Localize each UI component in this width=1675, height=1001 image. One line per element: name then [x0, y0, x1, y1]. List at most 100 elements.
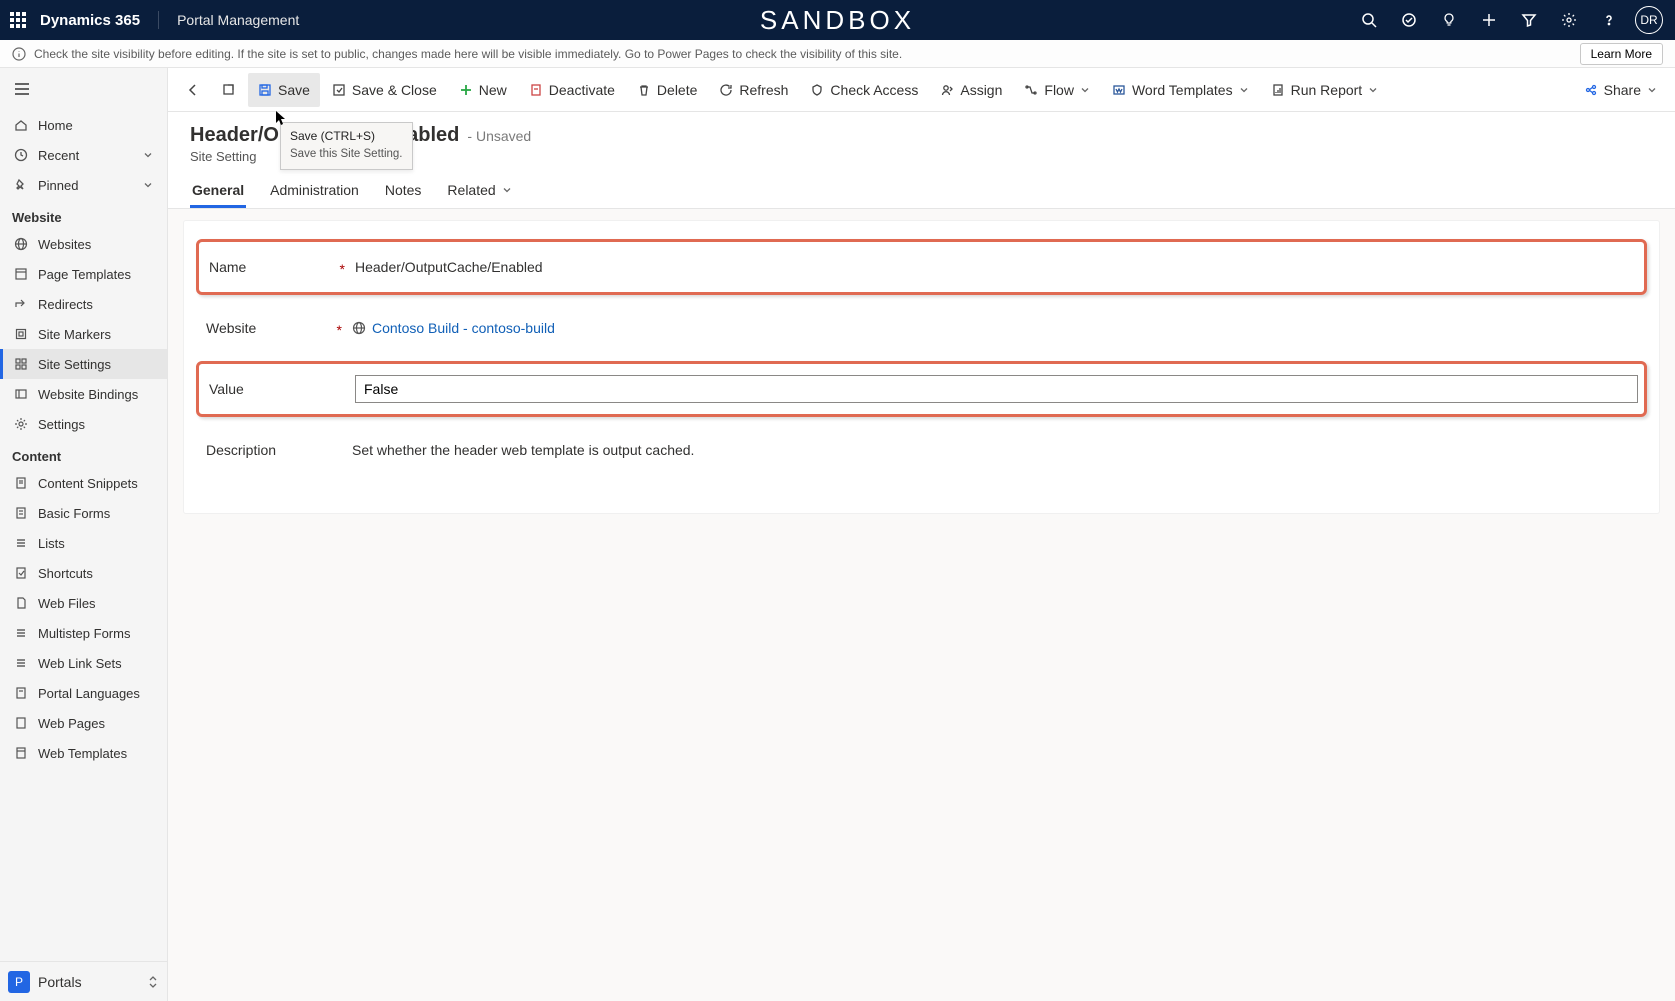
sidebar-item-label: Basic Forms	[38, 506, 110, 521]
home-icon	[14, 118, 28, 132]
tab-general[interactable]: General	[190, 176, 246, 208]
portals-badge: P	[8, 971, 30, 993]
globe-icon	[14, 237, 28, 251]
sidebar-item-lists[interactable]: Lists	[0, 528, 167, 558]
cmd-label: Deactivate	[549, 82, 615, 98]
tooltip-body: Save this Site Setting.	[290, 147, 403, 163]
sidebar-item-websites[interactable]: Websites	[0, 229, 167, 259]
sidebar-item-label: Lists	[38, 536, 65, 551]
description-field-value[interactable]: Set whether the header web template is o…	[352, 440, 1362, 460]
sidebar-item-label: Settings	[38, 417, 85, 432]
sidebar-item-web-pages[interactable]: Web Pages	[0, 708, 167, 738]
redirect-icon	[14, 297, 28, 311]
sidebar-item-multistep-forms[interactable]: Multistep Forms	[0, 618, 167, 648]
highlight-value-row: Value	[196, 361, 1647, 417]
highlight-name-row: Name* Header/OutputCache/Enabled	[196, 239, 1647, 295]
word-templates-button[interactable]: Word Templates	[1102, 73, 1259, 107]
sidebar-item-shortcuts[interactable]: Shortcuts	[0, 558, 167, 588]
sidebar-item-label: Website Bindings	[38, 387, 138, 402]
command-bar: Save Save & Close New Deactivate Delete …	[168, 68, 1675, 112]
filter-icon[interactable]	[1511, 0, 1547, 40]
plus-icon	[459, 83, 473, 97]
record-title-right: abled	[407, 124, 459, 147]
sidebar-area-switcher[interactable]: P Portals	[0, 961, 167, 1001]
sidebar-item-label: Websites	[38, 237, 91, 252]
chevron-up-down-icon	[147, 975, 159, 989]
tab-related[interactable]: Related	[445, 176, 513, 208]
description-field-label: Description	[202, 442, 352, 458]
sidebar-item-site-markers[interactable]: Site Markers	[0, 319, 167, 349]
binding-icon	[14, 387, 28, 401]
sidebar-item-redirects[interactable]: Redirects	[0, 289, 167, 319]
add-icon[interactable]	[1471, 0, 1507, 40]
run-report-button[interactable]: Run Report	[1261, 73, 1389, 107]
lightbulb-icon[interactable]	[1431, 0, 1467, 40]
share-button[interactable]: Share	[1574, 73, 1667, 107]
global-top-bar: Dynamics 365 Portal Management SANDBOX D…	[0, 0, 1675, 40]
check-access-button[interactable]: Check Access	[800, 73, 928, 107]
sidebar-item-label: Web Files	[38, 596, 96, 611]
website-field-label: Website*	[202, 320, 352, 336]
learn-more-button[interactable]: Learn More	[1580, 43, 1663, 65]
sidebar-item-web-files[interactable]: Web Files	[0, 588, 167, 618]
back-button[interactable]	[176, 73, 210, 107]
marker-icon	[14, 327, 28, 341]
sidebar-item-web-templates[interactable]: Web Templates	[0, 738, 167, 768]
sidebar-item-label: Content Snippets	[38, 476, 138, 491]
new-button[interactable]: New	[449, 73, 517, 107]
sidebar-collapse-button[interactable]	[0, 68, 167, 110]
sidebar-item-pinned[interactable]: Pinned	[0, 170, 167, 200]
sidebar-item-label: Home	[38, 118, 73, 133]
sidebar-item-recent[interactable]: Recent	[0, 140, 167, 170]
save-close-button[interactable]: Save & Close	[322, 73, 447, 107]
shortcut-icon	[14, 566, 28, 580]
chevron-down-icon	[143, 150, 153, 160]
unsaved-indicator: - Unsaved	[467, 128, 531, 144]
sidebar-item-settings[interactable]: Settings	[0, 409, 167, 439]
sidebar-item-basic-forms[interactable]: Basic Forms	[0, 498, 167, 528]
save-tooltip: Save (CTRL+S) Save this Site Setting.	[280, 122, 413, 170]
value-field-input[interactable]	[355, 375, 1638, 403]
assign-button[interactable]: Assign	[930, 73, 1012, 107]
notice-text: Check the site visibility before editing…	[34, 47, 902, 61]
open-new-window-button[interactable]	[212, 73, 246, 107]
sidebar-item-site-settings[interactable]: Site Settings	[0, 349, 167, 379]
clock-icon	[14, 148, 28, 162]
delete-button[interactable]: Delete	[627, 73, 707, 107]
sidebar-item-label: Site Markers	[38, 327, 111, 342]
form-icon	[14, 506, 28, 520]
refresh-button[interactable]: Refresh	[709, 73, 798, 107]
app-launcher-icon[interactable]	[8, 10, 28, 30]
name-field-value[interactable]: Header/OutputCache/Enabled	[355, 257, 1365, 277]
chevron-down-icon	[1647, 85, 1657, 95]
help-icon[interactable]	[1591, 0, 1627, 40]
sidebar-item-web-link-sets[interactable]: Web Link Sets	[0, 648, 167, 678]
sidebar-item-home[interactable]: Home	[0, 110, 167, 140]
cmd-label: Delete	[657, 82, 697, 98]
steps-icon	[14, 626, 28, 640]
search-icon[interactable]	[1351, 0, 1387, 40]
save-close-icon	[332, 83, 346, 97]
sidebar-item-portal-languages[interactable]: Portal Languages	[0, 678, 167, 708]
deactivate-button[interactable]: Deactivate	[519, 73, 625, 107]
sidebar-item-content-snippets[interactable]: Content Snippets	[0, 468, 167, 498]
tab-administration[interactable]: Administration	[268, 176, 361, 208]
gear-icon[interactable]	[1551, 0, 1587, 40]
sidebar-item-label: Pinned	[38, 178, 78, 193]
globe-icon	[352, 321, 366, 335]
sidebar-item-website-bindings[interactable]: Website Bindings	[0, 379, 167, 409]
word-icon	[1112, 83, 1126, 97]
user-avatar[interactable]: DR	[1631, 0, 1667, 40]
task-icon[interactable]	[1391, 0, 1427, 40]
sidebar-item-label: Shortcuts	[38, 566, 93, 581]
website-lookup-value[interactable]: Contoso Build - contoso-build	[352, 320, 1362, 336]
save-button[interactable]: Save	[248, 73, 320, 107]
link-icon	[14, 656, 28, 670]
tab-notes[interactable]: Notes	[383, 176, 424, 208]
sidebar-group-website: Website	[0, 200, 167, 229]
sidebar-item-page-templates[interactable]: Page Templates	[0, 259, 167, 289]
sidebar-item-label: Multistep Forms	[38, 626, 130, 641]
flow-button[interactable]: Flow	[1014, 73, 1100, 107]
refresh-icon	[719, 83, 733, 97]
cmd-label: Run Report	[1291, 82, 1363, 98]
